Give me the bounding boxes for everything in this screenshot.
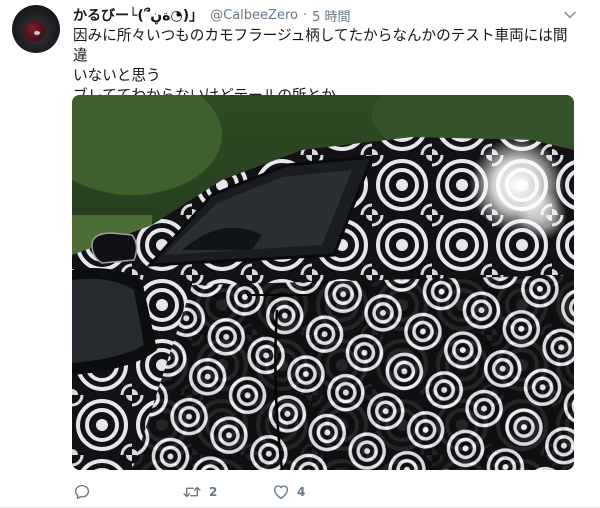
avatar-highlight	[34, 31, 40, 35]
tweet-photo[interactable]	[72, 95, 574, 470]
heart-icon	[273, 485, 289, 500]
like-count: 4	[297, 485, 306, 499]
tweet-text-line: 因みに所々いつものカモフラージュ柄してたからなんかのテスト車両には間違	[73, 27, 568, 64]
tweet-header: かるびー└(՞ةڼ◔)」 @CalbeeZero · 5 時間	[73, 5, 351, 25]
display-name[interactable]: かるびー└(՞ةڼ◔)」	[73, 5, 203, 25]
tweet-actions: 2 4	[73, 482, 372, 502]
reply-button[interactable]	[73, 483, 109, 501]
chevron-down-icon[interactable]	[562, 7, 578, 23]
timestamp[interactable]: 5 時間	[312, 6, 350, 25]
retweet-icon	[183, 486, 201, 498]
like-button[interactable]: 4	[272, 483, 332, 501]
user-handle[interactable]: @CalbeeZero	[210, 8, 298, 23]
tweet-text: 因みに所々いつものカモフラージュ柄してたからなんかのテスト車両には間違 いないと…	[73, 26, 573, 106]
avatar[interactable]	[12, 5, 60, 53]
separator-dot: ·	[302, 7, 308, 23]
retweet-button[interactable]: 2	[182, 483, 262, 501]
retweet-count: 2	[209, 485, 218, 499]
reply-icon	[74, 484, 90, 500]
tweet-card[interactable]: かるびー└(՞ةڼ◔)」 @CalbeeZero · 5 時間 因みに所々いつも…	[0, 0, 600, 508]
tweet-text-line: いないと思う	[73, 67, 161, 84]
